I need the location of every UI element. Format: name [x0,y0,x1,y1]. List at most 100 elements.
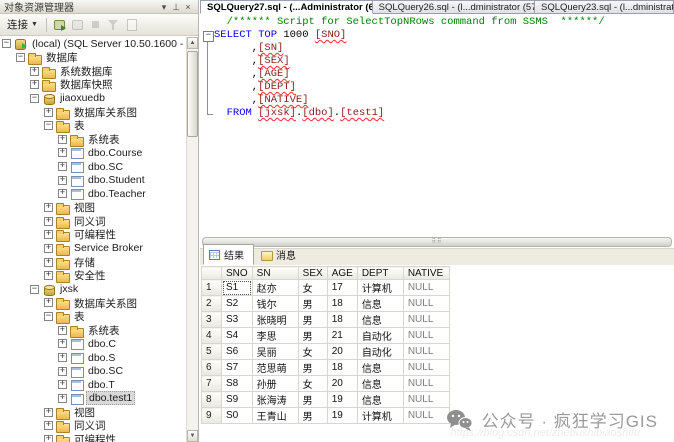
grid-cell[interactable]: 18 [327,296,357,312]
grid-cell[interactable]: 信息 [357,392,403,408]
tree-item-数据库关系图[interactable]: +数据库关系图 [0,296,186,310]
row-number-cell[interactable]: 7 [202,376,222,392]
tree-item-dbo.Course[interactable]: +dbo.Course [0,146,186,160]
column-header-SEX[interactable]: SEX [298,267,327,280]
expand-icon[interactable]: + [58,394,67,403]
grid-cell[interactable]: 计算机 [357,408,403,424]
grid-cell[interactable]: S6 [222,344,253,360]
grid-cell[interactable]: 18 [327,360,357,376]
row-number-cell[interactable]: 4 [202,328,222,344]
tree-item-可编程性[interactable]: +可编程性 [0,433,186,442]
grid-cell[interactable]: 19 [327,392,357,408]
grid-cell[interactable]: 20 [327,376,357,392]
column-header-AGE[interactable]: AGE [327,267,357,280]
editor-tab[interactable]: SQLQuery27.sql - (...Administrator (61)) [200,0,373,14]
grid-cell[interactable]: 张海涛 [252,392,298,408]
grid-cell[interactable]: S8 [222,376,253,392]
grid-cell[interactable]: 孙册 [252,376,298,392]
scrollbar-thumb[interactable] [187,51,198,137]
grid-cell[interactable]: S3 [222,312,253,328]
scroll-up-icon[interactable]: ▲ [187,37,198,49]
expand-icon[interactable]: + [44,217,53,226]
grid-cell[interactable]: S9 [222,392,253,408]
object-explorer-scrollbar[interactable]: ▲ ▼ [186,37,198,442]
grid-cell[interactable]: 20 [327,344,357,360]
column-header-NATIVE[interactable]: NATIVE [403,267,449,280]
grid-cell[interactable]: 张晓明 [252,312,298,328]
grid-cell[interactable]: 吴丽 [252,344,298,360]
expand-icon[interactable]: + [44,258,53,267]
grid-cell[interactable]: S0 [222,408,253,424]
grid-cell[interactable]: 信息 [357,376,403,392]
column-header-DEPT[interactable]: DEPT [357,267,403,280]
expand-icon[interactable]: + [58,162,67,171]
results-tab-结果[interactable]: 结果 [203,244,254,265]
tree-item-jxsk[interactable]: −jxsk [0,283,186,297]
sql-code-editor[interactable]: /****** Script for SelectTopNRows comman… [200,14,674,236]
expand-icon[interactable]: + [58,339,67,348]
scroll-down-icon[interactable]: ▼ [187,430,198,442]
expand-icon[interactable]: + [58,353,67,362]
grid-cell[interactable]: 女 [298,280,327,296]
expand-icon[interactable]: + [58,326,67,335]
tree-item-同义词[interactable]: +同义词 [0,419,186,433]
grid-cell[interactable]: 计算机 [357,280,403,296]
expand-icon[interactable]: + [58,148,67,157]
grid-cell[interactable]: 男 [298,408,327,424]
grid-cell[interactable]: S7 [222,360,253,376]
close-icon[interactable]: × [182,1,194,13]
expand-icon[interactable]: + [44,408,53,417]
grid-cell[interactable]: NULL [403,280,449,296]
results-tab-消息[interactable]: 消息 [255,244,306,265]
grid-cell[interactable]: 男 [298,296,327,312]
tree-item-dbo.T[interactable]: +dbo.T [0,378,186,392]
tree-item-dbo.SC[interactable]: +dbo.SC [0,364,186,378]
expand-icon[interactable]: + [44,230,53,239]
grid-cell[interactable]: 王青山 [252,408,298,424]
expand-icon[interactable]: + [44,421,53,430]
expand-icon[interactable]: + [30,80,39,89]
editor-tab[interactable]: SQLQuery26.sql - (l...dministrator (57))… [373,0,535,14]
expand-icon[interactable]: + [44,108,53,117]
tree-item-安全性[interactable]: +安全性 [0,269,186,283]
grid-cell[interactable]: 女 [298,344,327,360]
tree-item-系统表[interactable]: +系统表 [0,132,186,146]
grid-cell[interactable]: NULL [403,408,449,424]
expand-icon[interactable]: + [58,135,67,144]
grid-cell[interactable]: NULL [403,312,449,328]
tree-item-(local) (SQL Server 10.50.1600 - A105-002[interactable]: −(local) (SQL Server 10.50.1600 - A105-0… [0,37,186,51]
grid-cell[interactable]: 自动化 [357,328,403,344]
row-number-cell[interactable]: 8 [202,392,222,408]
expand-icon[interactable]: + [44,435,53,442]
row-number-cell[interactable]: 9 [202,408,222,424]
expand-icon[interactable]: + [58,189,67,198]
grid-cell[interactable]: 信息 [357,296,403,312]
grid-cell[interactable]: NULL [403,376,449,392]
pin-icon[interactable]: ⊥ [170,1,182,13]
grid-cell[interactable]: 17 [327,280,357,296]
collapse-icon[interactable]: − [44,121,53,130]
connect-database-icon[interactable] [52,17,67,32]
tree-item-jiaoxuedb[interactable]: −jiaoxuedb [0,92,186,106]
grid-cell[interactable]: S2 [222,296,253,312]
results-grid[interactable]: SNOSNSEXAGEDEPTNATIVE1S1赵亦女17计算机NULL2S2钱… [201,266,450,424]
grid-cell[interactable]: 女 [298,376,327,392]
connect-button[interactable]: 连接 ▼ [4,16,41,33]
expand-icon[interactable]: + [44,298,53,307]
tree-item-同义词[interactable]: +同义词 [0,214,186,228]
tree-item-视图[interactable]: +视图 [0,201,186,215]
grid-cell[interactable]: 赵亦 [252,280,298,296]
row-number-cell[interactable]: 6 [202,360,222,376]
tree-item-dbo.SC[interactable]: +dbo.SC [0,160,186,174]
grid-cell[interactable]: 李思 [252,328,298,344]
grid-cell[interactable]: NULL [403,392,449,408]
grid-cell[interactable]: 信息 [357,360,403,376]
tree-item-存储[interactable]: +存储 [0,255,186,269]
collapse-icon[interactable]: − [2,39,11,48]
tree-item-数据库关系图[interactable]: +数据库关系图 [0,105,186,119]
row-number-cell[interactable]: 1 [202,280,222,296]
expand-icon[interactable]: + [44,271,53,280]
grid-cell[interactable]: 18 [327,312,357,328]
row-number-cell[interactable]: 5 [202,344,222,360]
grid-cell[interactable]: S1 [222,280,253,296]
